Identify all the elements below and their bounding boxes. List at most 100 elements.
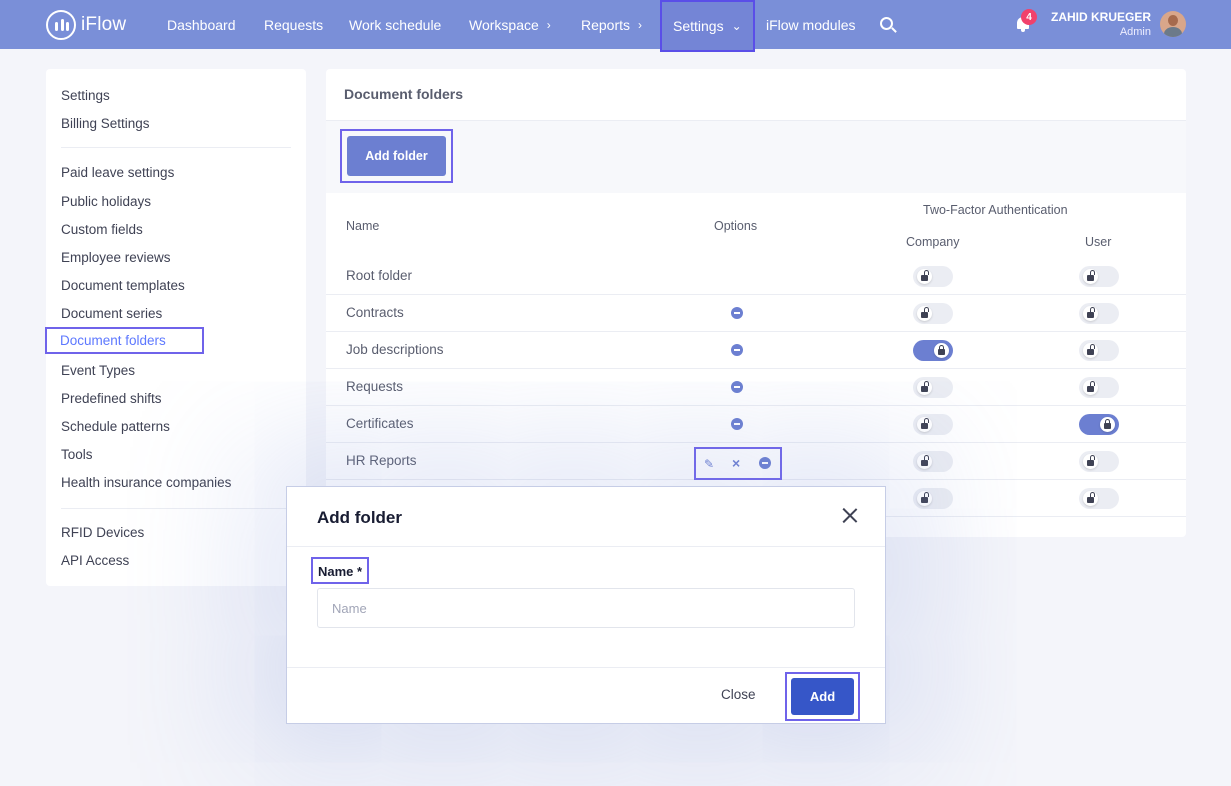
sidebar-item-schedule-patterns[interactable]: Schedule patterns xyxy=(61,419,170,434)
add-folder-button[interactable]: Add folder xyxy=(347,136,446,176)
column-header-two-factor-auth: Two-Factor Authentication xyxy=(923,203,1068,217)
delete-x-icon[interactable]: × xyxy=(732,455,740,471)
sidebar-item-event-types[interactable]: Event Types xyxy=(61,363,135,378)
nav-label: Work schedule xyxy=(349,16,442,33)
document-folders-card: Document folders Add folder Name Options… xyxy=(326,69,1186,537)
folder-name: Certificates xyxy=(346,416,414,431)
chevron-right-icon: › xyxy=(546,17,551,32)
toggle-knob xyxy=(917,380,932,395)
user-2fa-toggle[interactable] xyxy=(1079,266,1119,287)
nav-label: Settings xyxy=(673,18,724,34)
company-2fa-toggle[interactable] xyxy=(913,340,953,361)
company-2fa-toggle[interactable] xyxy=(913,266,953,287)
folder-name: Job descriptions xyxy=(346,342,444,357)
sidebar-item-tools[interactable]: Tools xyxy=(61,447,93,462)
unlock-icon xyxy=(921,270,929,281)
page-title: Document folders xyxy=(344,86,464,102)
add-folder-modal: Add folder Name * Close Add xyxy=(286,486,886,724)
sidebar-divider xyxy=(61,508,291,509)
user-2fa-toggle[interactable] xyxy=(1079,414,1119,435)
company-2fa-toggle[interactable] xyxy=(913,377,953,398)
close-button[interactable]: Close xyxy=(721,687,756,702)
nav-label: Requests xyxy=(264,16,324,33)
user-name[interactable]: ZAHID KRUEGER xyxy=(1051,10,1151,24)
company-2fa-toggle[interactable] xyxy=(913,414,953,435)
column-header-user: User xyxy=(1085,235,1112,249)
toggle-knob xyxy=(1083,454,1098,469)
sidebar-item-public-holidays[interactable]: Public holidays xyxy=(61,194,151,209)
table-row: Certificates xyxy=(326,406,1186,443)
folder-name: Contracts xyxy=(346,305,404,320)
lock-icon xyxy=(938,345,945,355)
toggle-knob xyxy=(1083,269,1098,284)
folder-name: HR Reports xyxy=(346,453,417,468)
user-2fa-toggle[interactable] xyxy=(1079,377,1119,398)
unlock-icon xyxy=(1087,492,1095,503)
column-header-name: Name xyxy=(346,219,380,233)
pencil-icon[interactable]: ✎ xyxy=(704,457,714,471)
toggle-knob xyxy=(1083,306,1098,321)
name-label-highlight: Name * xyxy=(311,557,370,584)
nav-work-schedule[interactable]: Work schedule xyxy=(349,0,441,49)
minus-circle-icon[interactable] xyxy=(731,418,743,430)
minus-circle-icon[interactable] xyxy=(759,457,771,469)
logo-icon xyxy=(46,10,76,40)
nav-label: Dashboard xyxy=(167,16,236,33)
logo-text: iFlow xyxy=(81,14,127,35)
unlock-icon xyxy=(1087,344,1095,355)
company-2fa-toggle[interactable] xyxy=(913,303,953,324)
user-2fa-toggle[interactable] xyxy=(1079,451,1119,472)
user-2fa-toggle[interactable] xyxy=(1079,488,1119,509)
nav-dashboard[interactable]: Dashboard xyxy=(167,0,236,49)
minus-circle-icon[interactable] xyxy=(731,381,743,393)
toggle-knob xyxy=(917,417,932,432)
sidebar-item-rfid-devices[interactable]: RFID Devices xyxy=(61,525,144,540)
row-actions-highlight: ✎ × xyxy=(694,447,782,480)
settings-sidebar: Settings Billing Settings Paid leave set… xyxy=(45,69,306,586)
logo[interactable]: iFlow xyxy=(46,10,126,40)
sidebar-item-document-series[interactable]: Document series xyxy=(61,306,162,321)
nav-requests[interactable]: Requests xyxy=(264,0,323,49)
nav-label: Workspace xyxy=(469,16,539,33)
user-2fa-toggle[interactable] xyxy=(1079,340,1119,361)
toggle-knob xyxy=(934,343,949,358)
toggle-knob xyxy=(1083,343,1098,358)
minus-circle-icon[interactable] xyxy=(731,307,743,319)
close-icon[interactable] xyxy=(841,506,859,524)
nav-settings[interactable]: Settings ⌄ xyxy=(660,0,755,52)
sidebar-item-settings[interactable]: Settings xyxy=(61,88,110,103)
avatar[interactable] xyxy=(1160,11,1186,37)
add-button[interactable]: Add xyxy=(791,678,854,715)
toggle-knob xyxy=(1083,491,1098,506)
company-2fa-toggle[interactable] xyxy=(913,451,953,472)
unlock-icon xyxy=(1087,381,1095,392)
search-icon[interactable] xyxy=(880,17,893,30)
unlock-icon xyxy=(921,418,929,429)
sidebar-item-health-insurance-companies[interactable]: Health insurance companies xyxy=(61,475,231,490)
sidebar-item-document-templates[interactable]: Document templates xyxy=(61,278,185,293)
sidebar-item-custom-fields[interactable]: Custom fields xyxy=(61,222,143,237)
user-2fa-toggle[interactable] xyxy=(1079,303,1119,324)
add-folder-highlight: Add folder xyxy=(340,129,453,183)
divider xyxy=(287,667,885,668)
sidebar-item-predefined-shifts[interactable]: Predefined shifts xyxy=(61,391,162,406)
minus-circle-icon[interactable] xyxy=(731,344,743,356)
sidebar-item-api-access[interactable]: API Access xyxy=(61,553,129,568)
company-2fa-toggle[interactable] xyxy=(913,488,953,509)
sidebar-divider xyxy=(61,147,291,148)
table-row: Job descriptions xyxy=(326,332,1186,369)
sidebar-item-paid-leave-settings[interactable]: Paid leave settings xyxy=(61,165,174,180)
nav-reports[interactable]: Reports › xyxy=(581,0,642,49)
table-row: HR Reports ✎ × xyxy=(326,443,1186,480)
toggle-knob xyxy=(917,454,932,469)
toolbar xyxy=(326,121,1186,193)
sidebar-item-billing-settings[interactable]: Billing Settings xyxy=(61,116,150,131)
nav-iflow-modules[interactable]: iFlow modules xyxy=(766,0,855,49)
nav-label: iFlow modules xyxy=(766,16,856,33)
name-label: Name * xyxy=(318,564,363,579)
sidebar-item-employee-reviews[interactable]: Employee reviews xyxy=(61,250,171,265)
toggle-knob xyxy=(1100,417,1115,432)
nav-workspace[interactable]: Workspace › xyxy=(469,0,551,49)
folder-name-input[interactable] xyxy=(317,588,855,628)
sidebar-item-document-folders[interactable]: Document folders xyxy=(45,327,204,354)
